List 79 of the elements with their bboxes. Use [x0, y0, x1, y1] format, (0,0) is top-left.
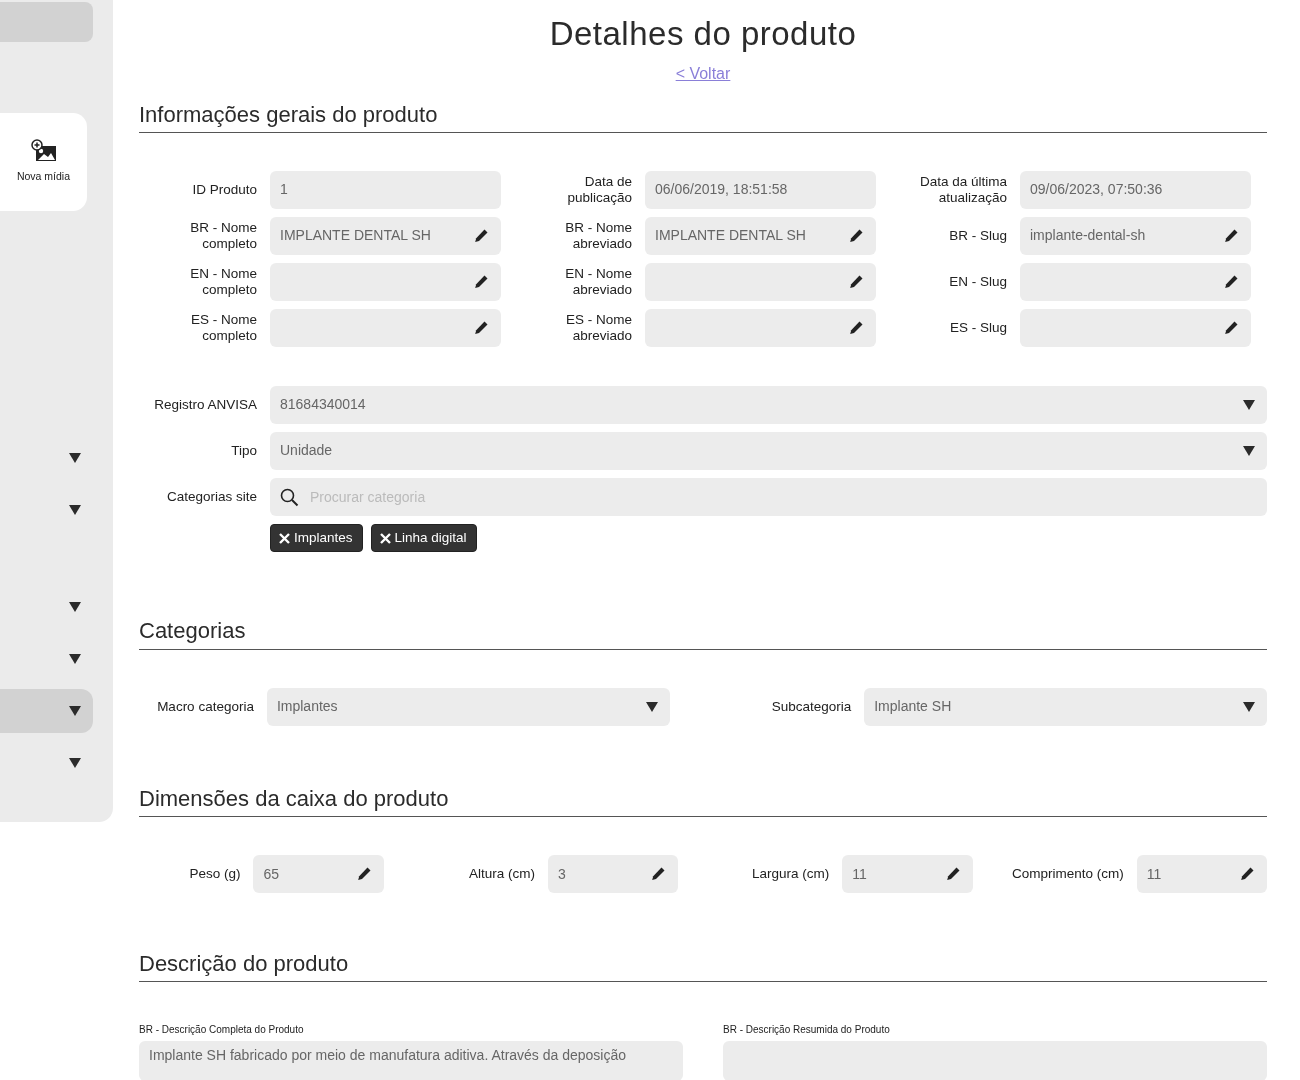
tag-chip[interactable]: Implantes: [270, 524, 363, 553]
input-field[interactable]: [270, 263, 501, 301]
pencil-icon[interactable]: [473, 228, 489, 244]
pencil-icon[interactable]: [473, 320, 489, 336]
dropdown-arrow-icon: [69, 453, 81, 463]
pencil-icon[interactable]: [473, 274, 489, 290]
input-field[interactable]: [270, 309, 501, 347]
input-field[interactable]: 65: [253, 855, 384, 893]
input-field[interactable]: 11: [1136, 855, 1267, 893]
field-label: BR - Slug: [948, 228, 1007, 244]
input-field[interactable]: [1020, 263, 1251, 301]
dropdown-arrow-icon: [69, 758, 81, 768]
pencil-icon[interactable]: [848, 274, 864, 290]
input-field[interactable]: 09/06/2023, 07:50:36: [1020, 171, 1251, 209]
input-field[interactable]: IMPLANTE DENTAL SH: [645, 217, 876, 255]
close-icon[interactable]: [279, 532, 290, 544]
dropdown-arrow-icon: [69, 505, 81, 515]
select-field[interactable]: Implantes: [266, 687, 670, 726]
field-label: Comprimento (cm): [1010, 866, 1124, 882]
field-label: Categorias site: [165, 489, 257, 505]
input-field[interactable]: 06/06/2019, 18:51:58: [645, 171, 876, 209]
dropdown-arrow-icon: [1243, 701, 1255, 712]
field-label: Data da última atualização: [918, 174, 1007, 206]
pencil-icon[interactable]: [1223, 320, 1239, 336]
field-label: EN - Nome abreviado: [564, 266, 632, 298]
input-field[interactable]: 3: [547, 855, 679, 893]
section-title: Categorias: [139, 618, 1267, 650]
pencil-icon[interactable]: [848, 320, 864, 336]
pencil-icon[interactable]: [1223, 228, 1239, 244]
input-field[interactable]: implante-dental-sh: [1020, 217, 1251, 255]
pencil-icon[interactable]: [355, 866, 372, 882]
field-label: BR - Descrição Completa do Produto: [139, 1023, 305, 1038]
dropdown-arrow-icon: [69, 602, 81, 612]
select-field[interactable]: Implante SH: [864, 687, 1267, 726]
field-label: ES - Nome completo: [189, 312, 257, 344]
field-label: Tipo: [230, 443, 257, 459]
field-label: ID Produto: [191, 182, 257, 198]
section-title: Descrição do produto: [139, 951, 1267, 983]
field-label: Data de publicação: [566, 174, 632, 206]
field-label: Macro categoria: [156, 698, 254, 715]
select-field[interactable]: 81684340014: [270, 386, 1267, 424]
field-label: BR - Nome abreviado: [564, 220, 632, 252]
field-label: Subcategoria: [770, 698, 852, 715]
pencil-icon[interactable]: [650, 866, 667, 882]
tag-chip[interactable]: Linha digital: [370, 524, 477, 553]
dropdown-arrow-icon: [1243, 446, 1255, 456]
field-label: BR - Nome completo: [189, 220, 257, 252]
field-label: Altura (cm): [467, 866, 535, 882]
dropdown-arrow-icon: [69, 654, 81, 664]
field-label: EN - Slug: [948, 274, 1007, 290]
pencil-icon[interactable]: [848, 228, 864, 244]
input-field[interactable]: [645, 309, 876, 347]
input-field[interactable]: IMPLANTE DENTAL SH: [270, 217, 501, 255]
new-media-button[interactable]: Nova mídia: [0, 113, 87, 211]
field-label: BR - Descrição Resumida do Produto: [723, 1023, 891, 1038]
close-icon[interactable]: [379, 532, 391, 544]
field-label: Peso (g): [188, 866, 241, 882]
field-label: Registro ANVISA: [153, 397, 257, 413]
pencil-icon[interactable]: [944, 866, 961, 882]
input-field[interactable]: 1: [270, 171, 501, 209]
input-field[interactable]: [645, 263, 876, 301]
pencil-icon[interactable]: [1223, 274, 1239, 290]
dropdown-arrow-icon: [1243, 400, 1255, 410]
back-link[interactable]: < Voltar: [675, 64, 731, 82]
select-field[interactable]: Unidade: [270, 432, 1267, 470]
text-area[interactable]: Implante SH fabricado por meio de manufatura aditiva. Através da deposição: [139, 1041, 683, 1080]
dropdown-arrow-icon: [645, 701, 658, 712]
section-title: Informações gerais do produto: [139, 101, 1267, 133]
field-label: Largura (cm): [751, 866, 830, 882]
input-field[interactable]: 11: [842, 855, 973, 893]
dropdown-arrow-icon: [69, 706, 81, 716]
add-image-icon: [29, 139, 58, 164]
field-label: ES - Nome abreviado: [564, 312, 632, 344]
input-field[interactable]: [1020, 309, 1251, 347]
pencil-icon[interactable]: [1238, 866, 1255, 882]
section-title: Dimensões da caixa do produto: [139, 785, 1267, 817]
field-label: EN - Nome completo: [189, 266, 257, 298]
page-title: Detalhes do produto: [548, 14, 858, 54]
field-label: ES - Slug: [948, 320, 1007, 336]
